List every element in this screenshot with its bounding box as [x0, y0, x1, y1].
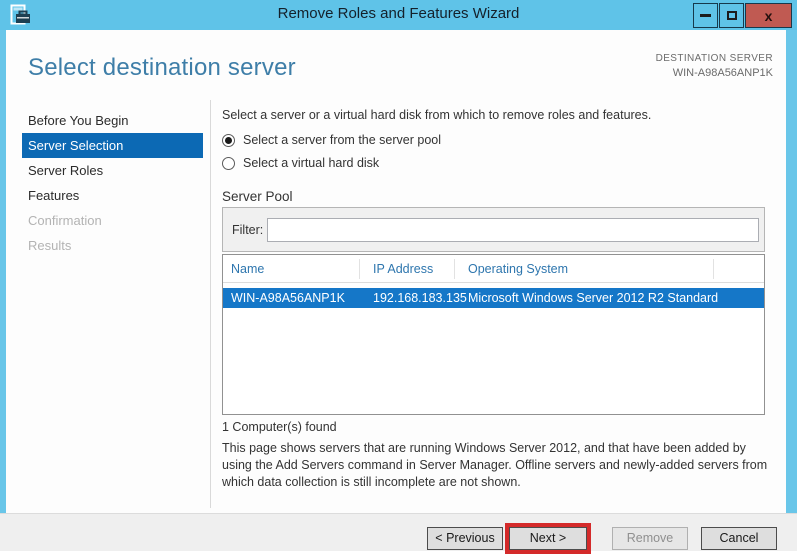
- filter-panel: Filter:: [222, 207, 765, 252]
- radio-label: Select a server from the server pool: [243, 133, 441, 147]
- destination-server-name: WIN-A98A56ANP1K: [672, 67, 773, 79]
- column-header-name[interactable]: Name: [231, 262, 264, 276]
- sidebar-item-confirmation: Confirmation: [28, 213, 102, 228]
- maximize-button[interactable]: [719, 3, 744, 28]
- wizard-steps-sidebar: Before You Begin Server Selection Server…: [22, 108, 203, 258]
- cancel-button[interactable]: Cancel: [701, 527, 777, 550]
- cell-server-name: WIN-A98A56ANP1K: [231, 291, 345, 305]
- column-separator: [359, 259, 360, 279]
- minimize-icon: [700, 14, 711, 17]
- column-separator: [454, 259, 455, 279]
- minimize-button[interactable]: [693, 3, 718, 28]
- close-icon: x: [764, 7, 773, 24]
- radio-label: Select a virtual hard disk: [243, 156, 380, 170]
- column-header-operating-system[interactable]: Operating System: [468, 262, 568, 276]
- sidebar-item-server-roles[interactable]: Server Roles: [22, 158, 203, 183]
- filter-input[interactable]: [267, 218, 759, 242]
- cell-operating-system: Microsoft Windows Server 2012 R2 Standar…: [468, 291, 719, 305]
- close-button[interactable]: x: [745, 3, 792, 28]
- computers-found-text: 1 Computer(s) found: [222, 420, 337, 434]
- destination-server-block: DESTINATION SERVER WIN-A98A56ANP1K: [656, 53, 773, 79]
- intro-text: Select a server or a virtual hard disk f…: [222, 108, 652, 122]
- titlebar[interactable]: Remove Roles and Features Wizard x: [0, 0, 797, 30]
- radio-button-icon[interactable]: [222, 156, 235, 170]
- destination-server-label: DESTINATION SERVER: [655, 53, 773, 64]
- page-title: Select destination server: [28, 54, 296, 81]
- radio-button-icon[interactable]: [222, 133, 235, 147]
- next-button[interactable]: Next >: [509, 527, 587, 550]
- filter-label: Filter:: [232, 223, 264, 237]
- maximize-icon: [726, 11, 737, 20]
- sidebar-item-features[interactable]: Features: [22, 183, 203, 208]
- server-pool-table: Name IP Address Operating System WIN-A98…: [222, 254, 765, 415]
- cell-ip-address: 192.168.183.135: [373, 291, 467, 305]
- sidebar-item-results: Results: [28, 238, 72, 253]
- column-header-ip-address[interactable]: IP Address: [373, 262, 433, 276]
- wizard-window: Remove Roles and Features Wizard x Selec…: [0, 0, 797, 554]
- remove-button: Remove: [612, 527, 688, 550]
- table-row-server[interactable]: WIN-A98A56ANP1K 192.168.183.135 Microsof…: [223, 288, 764, 308]
- column-separator: [713, 259, 714, 279]
- sidebar-divider: [210, 100, 211, 508]
- previous-button[interactable]: < Previous: [427, 527, 503, 550]
- table-header: Name IP Address Operating System: [223, 255, 764, 283]
- window-border-right: [786, 30, 797, 551]
- server-pool-title: Server Pool: [222, 189, 293, 204]
- page-description: This page shows servers that are running…: [222, 441, 768, 489]
- radio-select-server-pool[interactable]: Select a server from the server pool: [222, 132, 441, 148]
- window-border-left: [0, 30, 6, 551]
- sidebar-item-server-selection[interactable]: Server Selection: [22, 133, 203, 158]
- sidebar-item-before-you-begin[interactable]: Before You Begin: [22, 108, 203, 133]
- radio-select-vhd[interactable]: Select a virtual hard disk: [222, 155, 379, 171]
- window-title: Remove Roles and Features Wizard: [277, 5, 520, 22]
